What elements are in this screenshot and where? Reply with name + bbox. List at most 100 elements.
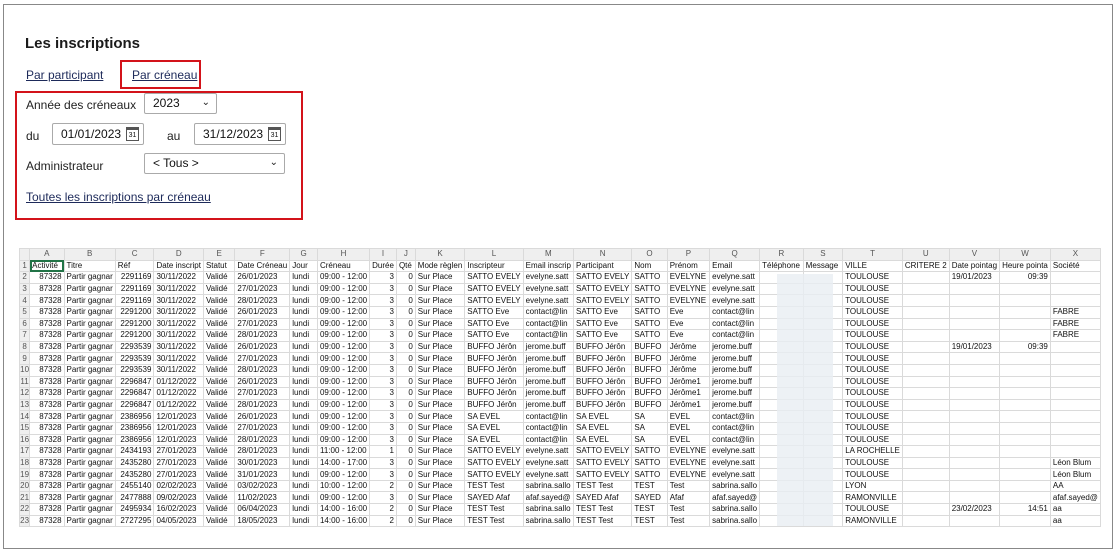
header-cell[interactable]: Participant (572, 259, 633, 273)
cell[interactable]: 2291200 (114, 305, 155, 319)
cell[interactable]: Partir gagnar (63, 329, 116, 342)
au-date-input[interactable]: 31/12/2023 31 (194, 123, 286, 145)
cell[interactable]: jerome.buff (709, 375, 761, 389)
cell[interactable]: lundi (289, 479, 318, 493)
cell[interactable]: 09:00 - 12:00 (316, 398, 371, 412)
cell[interactable]: Validé (202, 282, 236, 296)
cell[interactable]: Validé (202, 456, 236, 470)
cell[interactable]: 2293539 (114, 363, 155, 377)
cell[interactable]: 0 (395, 491, 416, 505)
cell[interactable]: Sur Place (414, 317, 466, 331)
cell[interactable] (901, 352, 950, 365)
cell[interactable]: evelyne.satt (522, 282, 574, 296)
cell[interactable]: AA (1049, 479, 1101, 493)
cell[interactable]: SATTO EVELY (572, 445, 633, 458)
cell[interactable]: 2 (369, 514, 397, 527)
cell[interactable]: SATTO (631, 468, 668, 481)
cell[interactable]: 28/01/2023 (234, 445, 291, 458)
cell[interactable]: Sur Place (414, 445, 466, 458)
cell[interactable]: TEST (631, 479, 668, 493)
cell[interactable]: Validé (202, 352, 236, 365)
column-letter[interactable]: C (114, 248, 155, 261)
cell[interactable]: Sur Place (414, 503, 466, 516)
cell[interactable]: 01/12/2022 (153, 375, 204, 389)
cell[interactable]: 30/11/2022 (153, 305, 204, 319)
cell[interactable]: jerome.buff (709, 352, 761, 365)
cell[interactable]: BUFFO (631, 387, 668, 400)
cell[interactable] (948, 445, 1001, 458)
row-number[interactable]: 6 (19, 317, 31, 331)
tab-par-creneau[interactable]: Par créneau (132, 68, 197, 82)
cell[interactable]: Sur Place (414, 421, 466, 435)
cell[interactable]: Sur Place (414, 387, 466, 400)
cell[interactable]: lundi (289, 363, 318, 377)
cell[interactable]: TOULOUSE (842, 305, 903, 319)
cell[interactable]: TOULOUSE (842, 329, 903, 342)
cell[interactable]: 2296847 (114, 375, 155, 389)
cell[interactable]: TOULOUSE (842, 433, 903, 447)
cell[interactable]: 0 (395, 329, 416, 342)
cell[interactable]: 3 (369, 317, 397, 331)
cell[interactable]: jerome.buff (522, 352, 574, 365)
cell[interactable] (999, 329, 1051, 342)
column-letter[interactable]: F (234, 248, 291, 261)
cell[interactable] (948, 514, 1001, 527)
cell[interactable]: Partir gagnar (63, 305, 116, 319)
cell[interactable]: Validé (202, 514, 236, 527)
row-number[interactable]: 11 (19, 375, 31, 389)
cell[interactable]: 87328 (29, 294, 65, 307)
cell[interactable]: TEST Test (464, 479, 524, 493)
cell[interactable]: lundi (289, 271, 318, 284)
cell[interactable]: BUFFO Jérôn (464, 340, 524, 354)
cell[interactable] (1049, 363, 1101, 377)
cell[interactable]: SA EVEL (464, 433, 524, 447)
cell[interactable]: Validé (202, 433, 236, 447)
cell[interactable]: 0 (395, 305, 416, 319)
cell[interactable]: TEST Test (572, 503, 633, 516)
column-letter[interactable]: H (316, 248, 371, 261)
column-letter[interactable]: P (666, 248, 711, 261)
cell[interactable]: SATTO (631, 305, 668, 319)
cell[interactable]: 09:00 - 12:00 (316, 421, 371, 435)
cell[interactable] (901, 445, 950, 458)
column-letter[interactable]: T (842, 248, 903, 261)
header-cell[interactable]: Statut (202, 259, 236, 273)
cell[interactable]: 2293539 (114, 352, 155, 365)
cell[interactable]: 87328 (29, 305, 65, 319)
cell[interactable]: Validé (202, 491, 236, 505)
row-number[interactable]: 5 (19, 305, 31, 319)
cell[interactable] (901, 271, 950, 284)
cell[interactable] (1049, 410, 1101, 423)
cell[interactable]: FABRE (1049, 317, 1101, 331)
cell[interactable]: 0 (395, 294, 416, 307)
cell[interactable]: 28/01/2023 (234, 294, 291, 307)
cell[interactable]: Validé (202, 468, 236, 481)
cell[interactable]: Partir gagnar (63, 503, 116, 516)
cell[interactable]: BUFFO Jérôn (572, 340, 633, 354)
cell[interactable] (901, 294, 950, 307)
cell[interactable]: TOULOUSE (842, 421, 903, 435)
cell[interactable]: 23/02/2023 (948, 503, 1001, 516)
header-cell[interactable]: Jour (289, 259, 318, 273)
cell[interactable]: Partir gagnar (63, 421, 116, 435)
cell[interactable]: Validé (202, 410, 236, 423)
cell[interactable]: 87328 (29, 468, 65, 481)
cell[interactable]: Sur Place (414, 294, 466, 307)
cell[interactable] (999, 398, 1051, 412)
cell[interactable]: contact@lin (522, 433, 574, 447)
cell[interactable] (999, 387, 1051, 400)
cell[interactable] (1049, 398, 1101, 412)
cell[interactable]: 14:00 - 16:00 (316, 514, 371, 527)
cell[interactable]: SA (631, 433, 668, 447)
cell[interactable]: 2477888 (114, 491, 155, 505)
cell[interactable]: SATTO (631, 445, 668, 458)
cell[interactable]: TOULOUSE (842, 317, 903, 331)
cell[interactable]: Validé (202, 479, 236, 493)
cell[interactable]: SATTO EVELY (464, 445, 524, 458)
column-letter[interactable]: G (289, 248, 318, 261)
cell[interactable]: Sur Place (414, 433, 466, 447)
cell[interactable]: 09:39 (999, 340, 1051, 354)
cell[interactable]: TEST Test (572, 479, 633, 493)
column-letter[interactable]: O (631, 248, 668, 261)
cell[interactable]: jerome.buff (522, 398, 574, 412)
